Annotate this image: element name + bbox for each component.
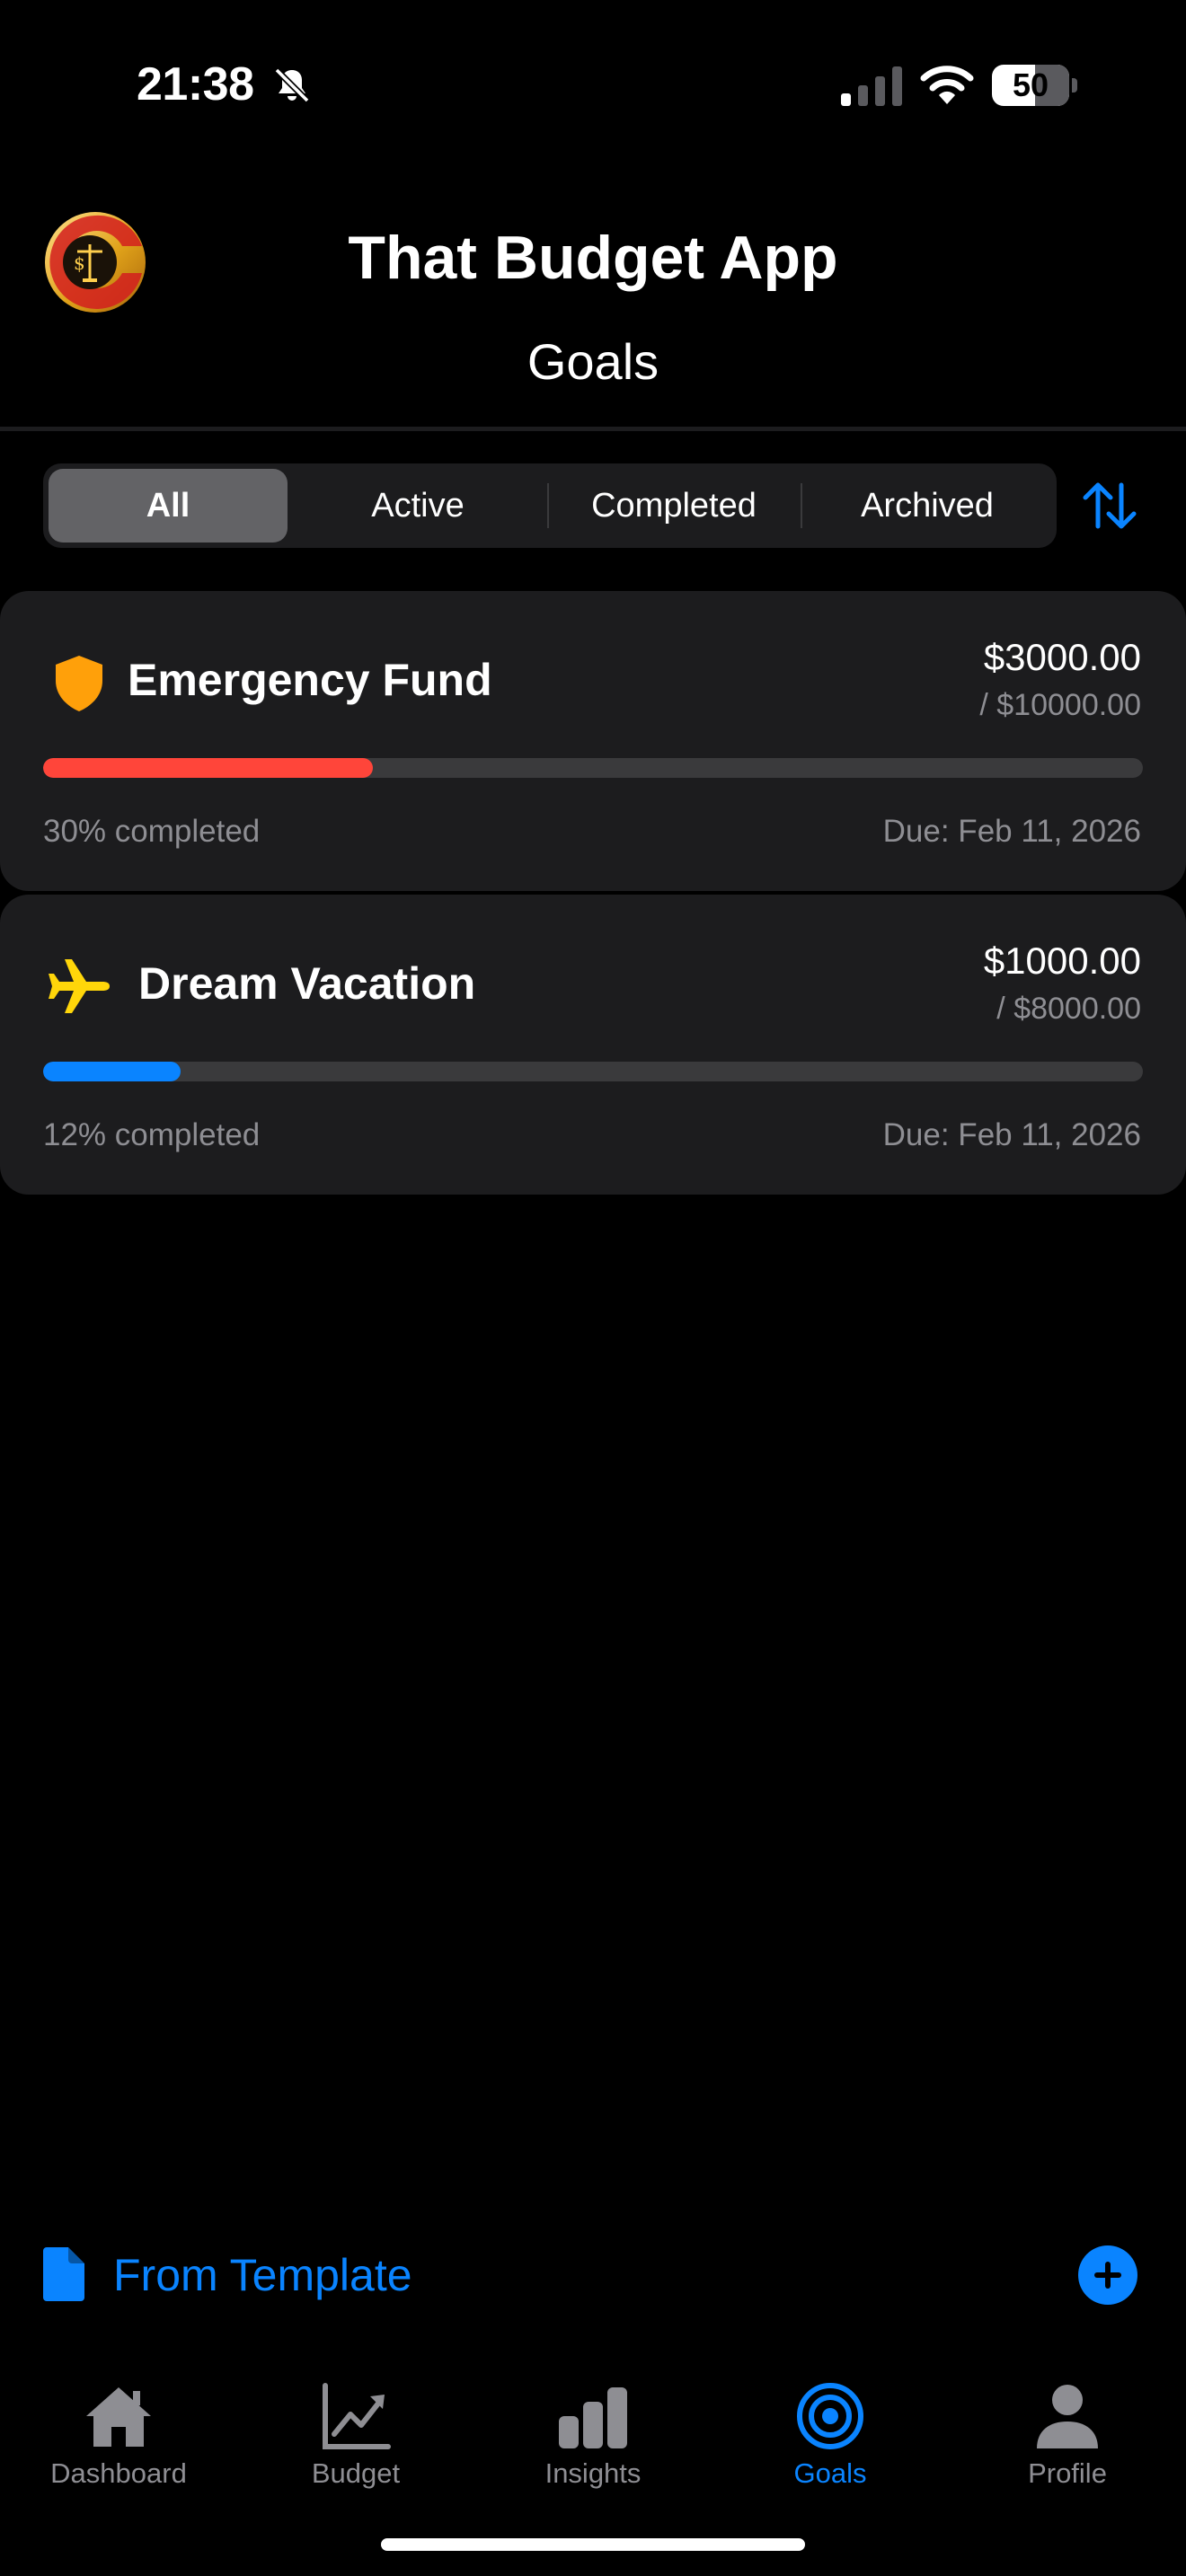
house-icon [86,2387,151,2447]
goal-progress-bar [43,1062,1143,1081]
segment-divider [801,483,802,528]
sort-icon[interactable] [1078,474,1141,537]
tab-dashboard[interactable]: Dashboard [0,2362,237,2497]
tab-label: Dashboard [50,2457,187,2489]
app-title: That Budget App [348,224,838,292]
battery-indicator: 50 [992,65,1078,106]
page-title: Goals [527,333,659,390]
goal-target-amount: / $8000.00 [996,992,1141,1026]
tab-label: Budget [311,2457,401,2489]
tab-budget[interactable]: Budget [237,2362,474,2497]
document-icon [43,2247,84,2301]
filter-tab-completed[interactable]: Completed [550,469,798,543]
wifi-icon [920,66,974,104]
target-icon [797,2383,863,2449]
goal-progress-fill [43,1062,181,1081]
shield-icon [56,656,102,711]
status-bar: 21:38 50 [0,0,1186,171]
cellular-signal-icon [841,66,902,106]
goal-due-date: Due: Feb 11, 2026 [882,1117,1141,1152]
goal-current-amount: $1000.00 [983,940,1141,982]
battery-level: 50 [1012,66,1049,103]
goal-progress-fill [43,758,374,778]
add-goal-button[interactable] [1078,2245,1137,2305]
person-icon [1037,2385,1098,2448]
goal-target-amount: / $10000.00 [979,688,1141,722]
status-time: 21:38 [137,58,254,110]
goal-card-dream-vacation[interactable]: Dream Vacation $1000.00 / $8000.00 12% c… [0,895,1186,1195]
goal-percent-completed: 30% completed [43,814,261,849]
bar-chart-icon [559,2387,627,2448]
tab-label: Profile [1028,2457,1107,2489]
filter-tab-archived[interactable]: Archived [803,469,1051,543]
goal-name: Emergency Fund [128,655,492,705]
goals-screen: 21:38 50 $ That Budget App Goals All Act… [0,0,1186,2576]
chart-line-icon [323,2383,391,2449]
tab-label: Goals [793,2457,867,2489]
filter-tab-all[interactable]: All [49,469,288,543]
from-template-label: From Template [113,2250,412,2300]
tab-label: Insights [544,2457,642,2489]
goal-due-date: Due: Feb 11, 2026 [882,814,1141,849]
tab-goals[interactable]: Goals [712,2362,949,2497]
goal-name: Dream Vacation [138,958,476,1009]
airplane-icon [49,959,110,1013]
bell-slash-icon [274,67,310,103]
goal-current-amount: $3000.00 [983,636,1141,678]
shield-shape [56,656,102,711]
filter-tab-active[interactable]: Active [296,469,539,543]
goal-card-emergency-fund[interactable]: Emergency Fund $3000.00 / $10000.00 30% … [0,591,1186,891]
tab-profile[interactable]: Profile [949,2362,1186,2497]
goal-percent-completed: 12% completed [43,1117,261,1152]
segment-divider [547,483,549,528]
header: $ That Budget App Goals [0,171,1186,431]
goal-filter-segmented-control: All Active Completed Archived [43,463,1057,548]
home-indicator [381,2538,805,2551]
tab-insights[interactable]: Insights [474,2362,712,2497]
goal-progress-bar [43,758,1143,778]
